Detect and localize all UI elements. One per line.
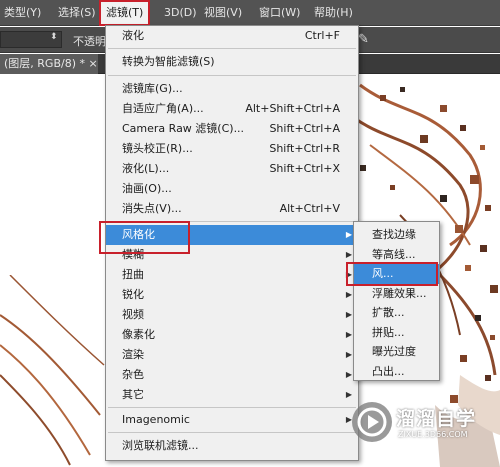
submenu-arrow-icon: ▶	[345, 330, 352, 339]
menu-type[interactable]: 类型(Y)	[4, 0, 41, 26]
menu-item-noise[interactable]: 杂色 ▶	[106, 365, 358, 385]
brush-icon[interactable]: ✎	[358, 32, 372, 48]
stylize-submenu: 查找边缘 等高线... 风... 浮雕效果... 扩散... 拼贴... 曝光过…	[353, 221, 440, 381]
menu-separator	[108, 75, 356, 76]
submenu-arrow-icon: ▶	[345, 370, 352, 379]
menu-item-filter-gallery[interactable]: 滤镜库(G)...	[106, 79, 358, 99]
annotation-box-stylize	[99, 221, 190, 254]
menu-filter[interactable]: 滤镜(T)	[99, 0, 151, 26]
submenu-item-extrude[interactable]: 凸出...	[354, 362, 439, 382]
menu-view[interactable]: 视图(V)	[204, 0, 242, 26]
submenu-arrow-icon: ▶	[345, 350, 352, 359]
document-tab[interactable]: (图层, RGB/8) * ×	[0, 54, 98, 74]
menu-item-liquify[interactable]: 液化(L)... Shift+Ctrl+X	[106, 159, 358, 179]
watermark-title: 溜溜自学	[396, 408, 477, 430]
menu-separator	[108, 48, 356, 49]
watermark-logo-icon	[352, 402, 392, 442]
menu-item-other[interactable]: 其它 ▶	[106, 385, 358, 405]
watermark: 溜溜自学 ZIXUE.3D66.COM	[350, 400, 495, 448]
menu-window[interactable]: 窗口(W)	[259, 0, 300, 26]
submenu-item-diffuse[interactable]: 扩散...	[354, 303, 439, 323]
menu-item-imagenomic[interactable]: Imagenomic ▶	[106, 410, 358, 430]
opacity-label: 不透明	[73, 35, 106, 48]
menu-item-oil-paint[interactable]: 油画(O)...	[106, 179, 358, 199]
menu-help[interactable]: 帮助(H)	[314, 0, 353, 26]
menu-item-browse-online-filters[interactable]: 浏览联机滤镜...	[106, 436, 358, 456]
submenu-item-tiles[interactable]: 拼贴...	[354, 323, 439, 343]
menu-item-render[interactable]: 渲染 ▶	[106, 345, 358, 365]
submenu-arrow-icon: ▶	[345, 310, 352, 319]
spinner-icon[interactable]: ⬍	[50, 32, 58, 42]
hair-strands-left	[0, 275, 105, 466]
submenu-item-find-edges[interactable]: 查找边缘	[354, 225, 439, 245]
annotation-box-wind	[346, 262, 438, 286]
watermark-url: ZIXUE.3D66.COM	[398, 430, 468, 439]
menu-select[interactable]: 选择(S)	[58, 0, 96, 26]
menu-item-adaptive-wide-angle[interactable]: 自适应广角(A)... Alt+Shift+Ctrl+A	[106, 99, 358, 119]
menu-item-pixelate[interactable]: 像素化 ▶	[106, 325, 358, 345]
submenu-arrow-icon: ▶	[345, 230, 352, 239]
menu-item-lens-correction[interactable]: 镜头校正(R)... Shift+Ctrl+R	[106, 139, 358, 159]
menu-item-camera-raw[interactable]: Camera Raw 滤镜(C)... Shift+Ctrl+A	[106, 119, 358, 139]
menu-separator	[108, 432, 356, 433]
menu-item-video[interactable]: 视频 ▶	[106, 305, 358, 325]
menu-3d[interactable]: 3D(D)	[164, 0, 197, 26]
menu-item-sharpen[interactable]: 锐化 ▶	[106, 285, 358, 305]
menu-item-distort[interactable]: 扭曲 ▶	[106, 265, 358, 285]
menu-item-vanishing-point[interactable]: 消失点(V)... Alt+Ctrl+V	[106, 199, 358, 219]
submenu-item-solarize[interactable]: 曝光过度	[354, 342, 439, 362]
menu-item-convert-smart-filter[interactable]: 转换为智能滤镜(S)	[106, 52, 358, 72]
menu-item-last-filter[interactable]: 液化 Ctrl+F	[106, 26, 358, 46]
menu-separator	[108, 407, 356, 408]
submenu-item-emboss[interactable]: 浮雕效果...	[354, 284, 439, 304]
menu-bar: 类型(Y) 选择(S) 滤镜(T) 3D(D) 视图(V) 窗口(W) 帮助(H…	[0, 0, 500, 26]
submenu-arrow-icon: ▶	[345, 290, 352, 299]
